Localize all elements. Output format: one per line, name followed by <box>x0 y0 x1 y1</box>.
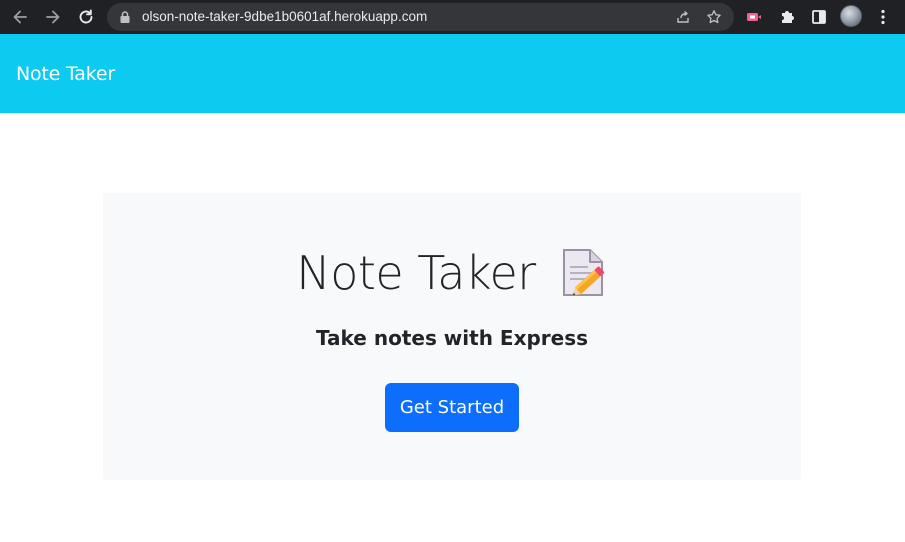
hero-title: Note Taker <box>296 246 536 300</box>
reload-icon[interactable] <box>75 6 97 28</box>
hero-panel: Note Taker Take notes with Express Get S… <box>103 193 801 480</box>
star-icon[interactable] <box>706 9 722 25</box>
avatar[interactable] <box>840 5 862 27</box>
browser-toolbar: olson-note-taker-9dbe1b0601af.herokuapp.… <box>0 0 905 34</box>
memo-pencil-icon <box>562 249 604 296</box>
address-bar[interactable]: olson-note-taker-9dbe1b0601af.herokuapp.… <box>107 3 734 31</box>
kebab-menu-icon[interactable] <box>874 8 892 26</box>
back-arrow-icon[interactable] <box>9 6 31 28</box>
get-started-button[interactable]: Get Started <box>385 383 519 432</box>
url-text: olson-note-taker-9dbe1b0601af.herokuapp.… <box>142 9 428 24</box>
lock-icon[interactable] <box>118 10 132 24</box>
hero-subtitle: Take notes with Express <box>315 326 589 350</box>
extension-icon[interactable] <box>745 8 763 26</box>
navbar-brand[interactable]: Note Taker <box>16 62 115 86</box>
puzzle-icon[interactable] <box>778 8 796 26</box>
share-icon[interactable] <box>675 9 691 25</box>
side-panel-icon[interactable] <box>810 8 828 26</box>
forward-arrow-icon[interactable] <box>42 6 64 28</box>
hero-title-row: Note Taker <box>103 241 801 305</box>
navbar: Note Taker <box>0 34 905 113</box>
